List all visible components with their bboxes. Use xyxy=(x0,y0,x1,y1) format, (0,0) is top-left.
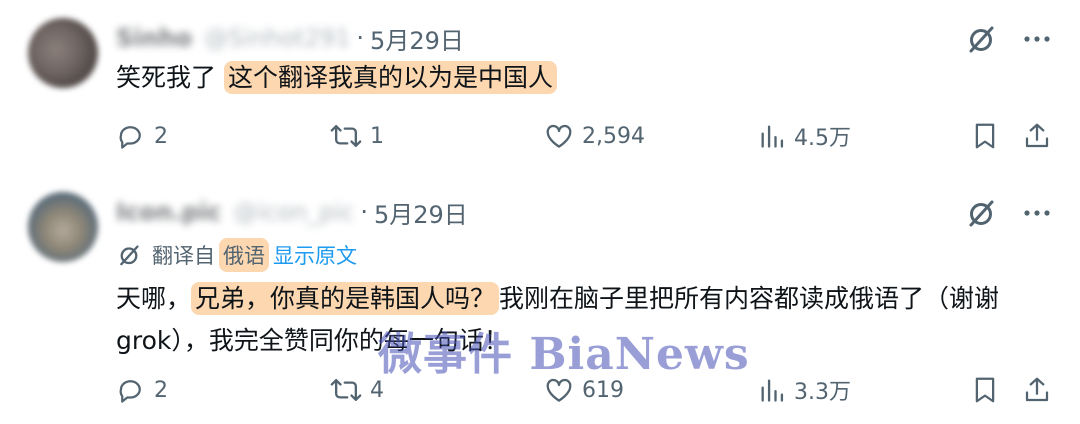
reply-icon xyxy=(119,380,141,403)
grok-icon[interactable] xyxy=(964,196,998,230)
share-button[interactable] xyxy=(1022,116,1052,156)
watermark: 微事件 BiaNews xyxy=(378,329,750,380)
bookmark-icon xyxy=(975,123,995,149)
tweet-text-plain: 笑死我了 xyxy=(116,63,217,92)
more-icon[interactable] xyxy=(1020,196,1054,230)
tweet-text-highlight: 兄弟，你真的是韩国人吗？ xyxy=(191,282,500,315)
like-button[interactable]: 2,594 xyxy=(544,116,645,156)
show-original-link[interactable]: 显示原文 xyxy=(273,240,357,270)
separator-dot: · xyxy=(360,198,368,226)
user-name[interactable]: Icon.pic xyxy=(116,198,221,226)
user-handle[interactable]: @icon_pic xyxy=(233,198,354,226)
share-button[interactable] xyxy=(1022,370,1052,410)
translation-language: 俄语 xyxy=(219,238,269,272)
tweet-text-prefix: 天哪， xyxy=(116,284,192,313)
translation-notice: 翻译自 俄语 显示原文 xyxy=(116,238,357,272)
heart-icon xyxy=(546,124,572,148)
reply-button[interactable]: 2 xyxy=(116,370,168,410)
repost-button[interactable]: 1 xyxy=(330,116,384,156)
views-button[interactable]: 4.5万 xyxy=(758,116,851,156)
tweet-actions xyxy=(116,0,1056,32)
tweet-text-highlight: 这个翻译我真的以为是中国人 xyxy=(223,61,557,94)
grok-icon xyxy=(116,242,142,268)
translation-label: 翻译自 xyxy=(152,244,215,268)
views-icon xyxy=(761,379,784,402)
tweet-header: Icon.pic @icon_pic · 5月29日 xyxy=(116,194,468,230)
like-count: 2,594 xyxy=(582,123,645,149)
reply-count: 2 xyxy=(154,123,168,149)
bookmark-icon xyxy=(975,377,995,403)
bookmark-button[interactable] xyxy=(970,370,1000,410)
repost-icon xyxy=(330,124,362,148)
view-count: 3.3万 xyxy=(794,380,851,405)
reply-button[interactable]: 2 xyxy=(116,116,168,156)
views-icon xyxy=(761,125,784,148)
tweet-actions: 2 1 2,594 4.5万 xyxy=(116,116,1056,156)
share-icon xyxy=(1025,377,1049,402)
view-count: 4.5万 xyxy=(794,126,851,151)
share-icon xyxy=(1025,123,1049,148)
tweet-top-actions xyxy=(964,196,1054,230)
views-button[interactable]: 3.3万 xyxy=(758,370,851,410)
tweet-text: 笑死我了 这个翻译我真的以为是中国人 xyxy=(116,58,557,98)
post-date[interactable]: 5月29日 xyxy=(374,195,468,230)
avatar[interactable] xyxy=(28,192,98,262)
reply-icon xyxy=(119,126,141,149)
reply-count: 2 xyxy=(154,377,168,403)
avatar[interactable] xyxy=(28,18,98,88)
repost-button[interactable]: 4 xyxy=(330,370,384,410)
repost-count: 1 xyxy=(370,123,384,149)
repost-icon xyxy=(330,378,362,402)
bookmark-button[interactable] xyxy=(970,116,1000,156)
